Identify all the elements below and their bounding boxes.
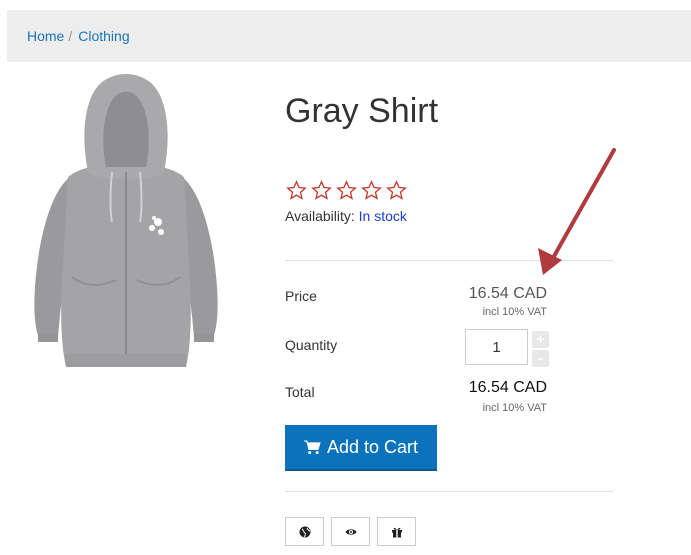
breadcrumb-clothing-link[interactable]: Clothing bbox=[78, 28, 129, 44]
globe-icon bbox=[299, 526, 310, 537]
cart-icon bbox=[304, 439, 321, 454]
star-icon[interactable] bbox=[311, 180, 332, 201]
star-icon[interactable] bbox=[286, 180, 307, 201]
price-label: Price bbox=[285, 288, 317, 304]
divider bbox=[285, 260, 613, 261]
eye-icon bbox=[345, 528, 356, 535]
price-value: 16.54 CAD bbox=[468, 285, 547, 302]
total-vat-note: incl 10% VAT bbox=[482, 402, 547, 414]
breadcrumb-separator: / bbox=[68, 28, 73, 44]
quantity-increment-button[interactable]: + bbox=[532, 331, 549, 348]
quantity-input[interactable] bbox=[465, 329, 528, 365]
gift-button[interactable] bbox=[377, 517, 416, 546]
star-icon[interactable] bbox=[386, 180, 407, 201]
product-image bbox=[34, 74, 218, 367]
star-icon[interactable] bbox=[336, 180, 357, 201]
availability: Availability: In stock bbox=[285, 208, 407, 224]
breadcrumb: Home / Clothing bbox=[7, 10, 691, 62]
share-button[interactable] bbox=[285, 517, 324, 546]
total-value: 16.54 CAD bbox=[468, 379, 547, 396]
add-to-cart-label: Add to Cart bbox=[326, 436, 419, 457]
quantity-decrement-button[interactable]: - bbox=[532, 350, 549, 367]
divider bbox=[285, 491, 613, 492]
total-label: Total bbox=[285, 384, 315, 400]
availability-value: In stock bbox=[358, 208, 407, 224]
rating-stars[interactable] bbox=[286, 180, 407, 201]
price-vat-note: incl 10% VAT bbox=[482, 306, 547, 318]
product-title: Gray Shirt bbox=[285, 92, 439, 130]
gift-icon bbox=[391, 527, 402, 537]
star-icon[interactable] bbox=[361, 180, 382, 201]
availability-label: Availability: bbox=[285, 208, 355, 224]
quantity-label: Quantity bbox=[285, 337, 338, 353]
breadcrumb-home-link[interactable]: Home bbox=[27, 28, 64, 44]
add-to-cart-button[interactable]: Add to Cart bbox=[285, 425, 437, 471]
quick-view-button[interactable] bbox=[331, 517, 370, 546]
